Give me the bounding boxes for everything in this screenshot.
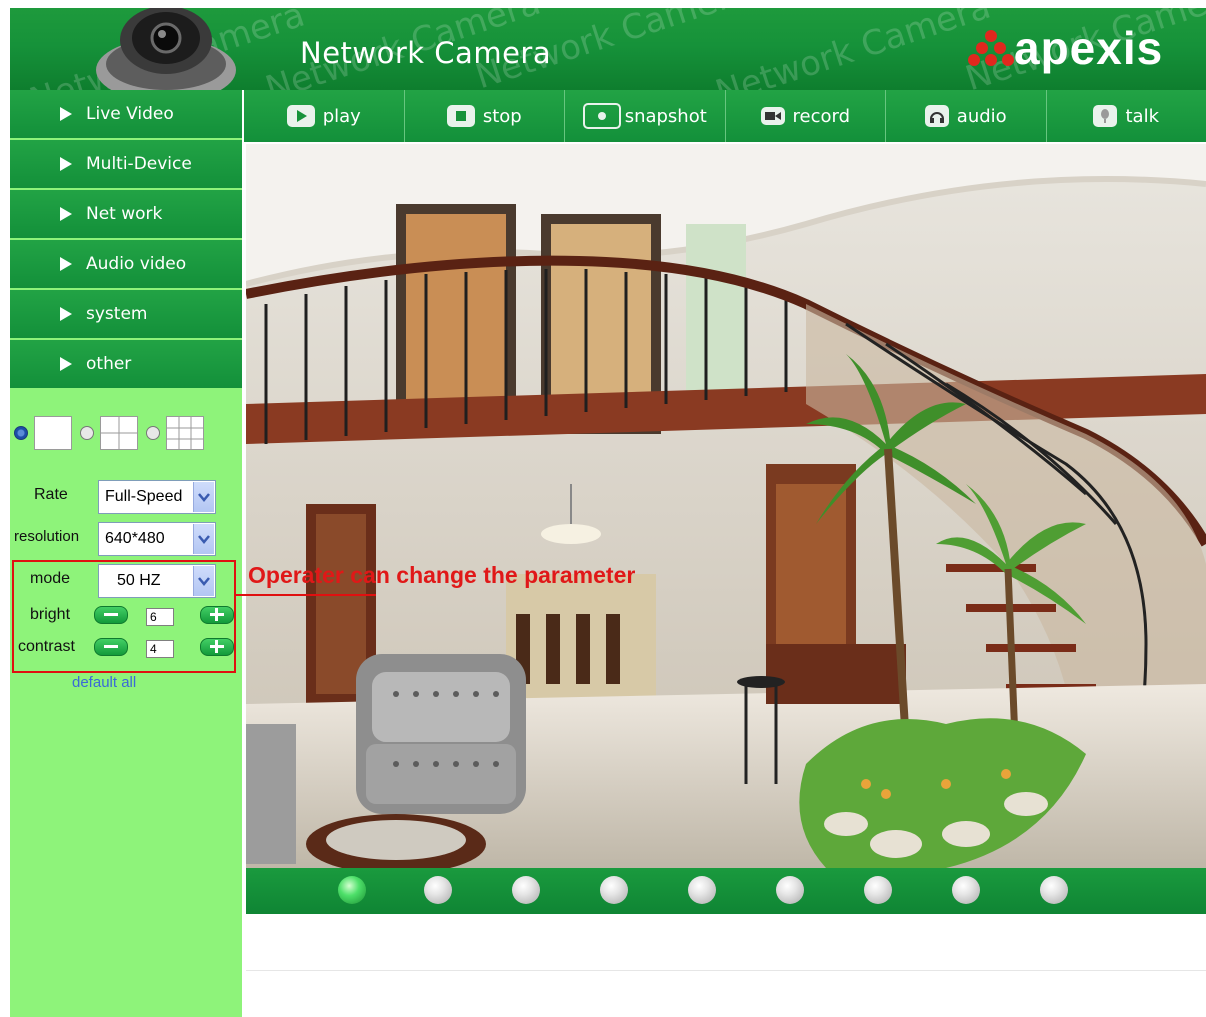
preset-button-4[interactable] xyxy=(600,876,628,904)
resolution-select[interactable]: 640*480 xyxy=(98,522,216,556)
camera-logo-icon xyxy=(96,8,236,90)
sidebar-item-network[interactable]: Net work xyxy=(10,190,242,238)
microphone-icon xyxy=(1093,105,1118,127)
preset-button-3[interactable] xyxy=(512,876,540,904)
apexis-logo-icon xyxy=(968,30,1014,66)
resolution-control: resolution 640*480 xyxy=(10,522,242,556)
talk-button[interactable]: talk xyxy=(1045,90,1206,142)
triangle-right-icon xyxy=(60,207,72,221)
annotation-underline xyxy=(236,594,376,596)
layout-radio-quad[interactable] xyxy=(80,426,94,440)
sidebar-item-live-video[interactable]: Live Video xyxy=(10,90,242,138)
annotation-text: Operater can change the parameter xyxy=(248,562,636,588)
brand-name: apexis xyxy=(1014,22,1164,74)
triangle-right-icon xyxy=(60,107,72,121)
rate-select[interactable]: Full-Speed xyxy=(98,480,216,514)
record-button[interactable]: record xyxy=(724,90,886,142)
sidebar-item-system[interactable]: system xyxy=(10,290,242,338)
camera-icon xyxy=(582,103,621,129)
layout-radio-single[interactable] xyxy=(14,426,28,440)
rate-control: Rate Full-Speed xyxy=(10,480,242,514)
sidebar-item-label: Net work xyxy=(86,204,163,224)
triangle-right-icon xyxy=(60,157,72,171)
view-layout-selector xyxy=(10,413,242,453)
chevron-down-icon xyxy=(193,524,214,554)
toolbar: play stop snapshot record audio talk xyxy=(244,90,1206,142)
sidebar-item-audio-video[interactable]: Audio video xyxy=(10,240,242,288)
preset-button-7[interactable] xyxy=(864,876,892,904)
preset-button-2[interactable] xyxy=(424,876,452,904)
preset-button-6[interactable] xyxy=(776,876,804,904)
video-record-icon xyxy=(760,107,785,125)
triangle-right-icon xyxy=(60,307,72,321)
sidebar-item-other[interactable]: other xyxy=(10,340,242,388)
record-label: record xyxy=(792,105,851,127)
sidebar: Live Video Multi-Device Net work Audio v… xyxy=(10,90,242,1017)
audio-label: audio xyxy=(956,105,1007,127)
sidebar-item-label: system xyxy=(86,304,148,324)
triangle-right-icon xyxy=(60,257,72,271)
snapshot-label: snapshot xyxy=(624,105,707,127)
live-video-view[interactable] xyxy=(246,144,1206,868)
default-all-link[interactable]: default all xyxy=(72,674,136,691)
app-title: Network Camera xyxy=(300,36,552,70)
play-icon xyxy=(286,105,315,127)
preset-button-9[interactable] xyxy=(1040,876,1068,904)
header-banner: Network Camera Network Camera Network Ca… xyxy=(10,8,1206,90)
nine-view-icon[interactable] xyxy=(166,416,204,450)
play-button[interactable]: play xyxy=(244,90,404,142)
preset-button-8[interactable] xyxy=(952,876,980,904)
info-strip xyxy=(246,914,1206,971)
stop-label: stop xyxy=(482,105,522,127)
sidebar-item-label: Multi-Device xyxy=(86,154,192,174)
snapshot-button[interactable]: snapshot xyxy=(564,90,725,142)
brand-logo: apexis xyxy=(968,18,1163,78)
annotation-box xyxy=(12,560,236,673)
preset-button-1[interactable] xyxy=(338,876,366,904)
rate-label: Rate xyxy=(34,486,68,503)
quad-view-icon[interactable] xyxy=(100,416,138,450)
single-view-icon[interactable] xyxy=(34,416,72,450)
audio-button[interactable]: audio xyxy=(885,90,1046,142)
chevron-down-icon xyxy=(193,482,214,512)
resolution-value: 640*480 xyxy=(105,530,165,547)
talk-label: talk xyxy=(1125,105,1159,127)
preset-button-5[interactable] xyxy=(688,876,716,904)
headphone-icon xyxy=(924,105,949,127)
play-label: play xyxy=(322,105,361,127)
layout-radio-nine[interactable] xyxy=(146,426,160,440)
camera-feed-image xyxy=(246,144,1206,868)
sidebar-item-multi-device[interactable]: Multi-Device xyxy=(10,140,242,188)
preset-bar xyxy=(246,868,1206,914)
sidebar-item-label: Live Video xyxy=(86,104,174,124)
rate-value: Full-Speed xyxy=(105,488,183,505)
stop-icon xyxy=(446,105,475,127)
triangle-right-icon xyxy=(60,357,72,371)
resolution-label: resolution xyxy=(14,528,80,545)
sidebar-item-label: other xyxy=(86,354,132,374)
watermark-text: Network Camera xyxy=(710,8,996,90)
sidebar-item-label: Audio video xyxy=(86,254,187,274)
stop-button[interactable]: stop xyxy=(403,90,565,142)
